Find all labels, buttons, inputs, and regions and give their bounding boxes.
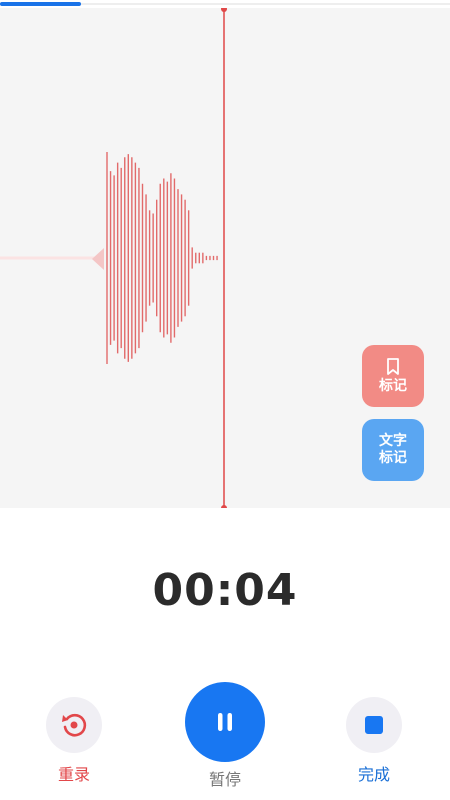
recorder-screen: 标记 文字 标记 00:04 重录 暂停 完成	[0, 0, 450, 800]
top-progress-bar	[0, 0, 450, 6]
bookmark-icon	[387, 357, 399, 375]
stop-icon	[365, 716, 383, 734]
rerecord-icon	[62, 713, 87, 737]
finish-button[interactable]	[346, 697, 402, 753]
text-mark-button[interactable]: 文字 标记	[362, 419, 424, 481]
recording-timer: 00:04	[152, 565, 298, 616]
text-mark-label-line1: 文字	[379, 433, 407, 449]
text-mark-label-line2: 标记	[379, 450, 407, 466]
finish-label: 完成	[357, 765, 390, 784]
waveform-bars	[106, 152, 218, 364]
rerecord-button[interactable]	[46, 697, 102, 753]
playhead-bottom-dot	[221, 505, 227, 508]
rerecord-control: 重录	[44, 697, 104, 785]
bookmark-label: 标记	[379, 377, 407, 394]
progress-fill	[0, 2, 81, 6]
pause-control: 暂停	[180, 682, 270, 790]
pause-button[interactable]	[185, 682, 265, 762]
pause-icon	[218, 713, 232, 731]
waveform-panel[interactable]: 标记 文字 标记	[0, 8, 450, 508]
pause-label: 暂停	[208, 770, 241, 789]
rerecord-label: 重录	[57, 765, 90, 784]
start-marker	[92, 248, 104, 270]
playhead-top-dot	[221, 8, 227, 12]
finish-control: 完成	[344, 697, 404, 785]
bookmark-button[interactable]: 标记	[362, 345, 424, 407]
